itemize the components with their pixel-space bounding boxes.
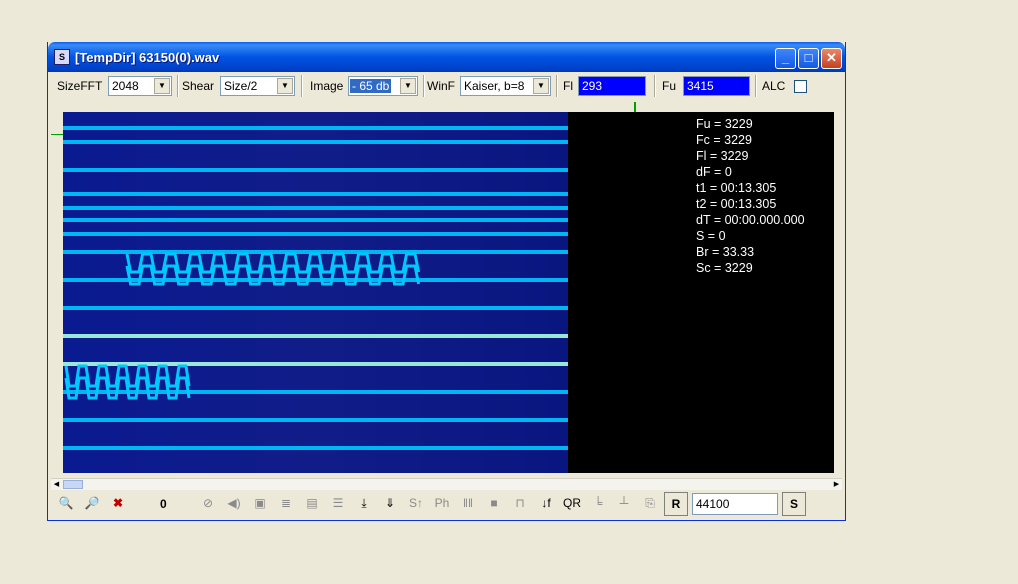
shear-label: Shear: [182, 79, 215, 93]
fl-label: Fl: [563, 79, 573, 93]
frequency-line: [63, 232, 568, 236]
down-arrow-icon[interactable]: ⤓: [352, 492, 376, 516]
title-bar[interactable]: S [TempDir] 63150(0).wav _ □ ✕: [48, 42, 845, 72]
marker-tick: [634, 102, 636, 112]
frame-icon[interactable]: ▣: [248, 492, 272, 516]
readout-line: Sc = 3229: [696, 261, 753, 275]
document-icon[interactable]: ▤: [300, 492, 324, 516]
maximize-button[interactable]: □: [798, 48, 819, 69]
frequency-line: [63, 126, 568, 130]
sizefft-label: SizeFFT: [57, 79, 103, 93]
image-label: Image: [310, 79, 344, 93]
chevron-down-icon[interactable]: ▼: [533, 78, 549, 94]
window-title: [TempDir] 63150(0).wav: [75, 50, 220, 65]
time-freq-icon[interactable]: ↓f: [534, 492, 558, 516]
zoom-in-icon[interactable]: 🔍: [54, 492, 78, 516]
image-db-select[interactable]: - 65 db ▼: [348, 76, 418, 96]
scroll-left-icon[interactable]: ◀: [51, 479, 62, 490]
app-icon[interactable]: S: [54, 49, 70, 65]
spectrogram-canvas[interactable]: Fu = 3229 Fc = 3229 Fl = 3229 dF = 0 t1 …: [63, 112, 834, 473]
qr-icon[interactable]: QR: [560, 492, 584, 516]
frequency-line: [63, 390, 568, 394]
frequency-line: [63, 418, 568, 422]
sample-rate-field[interactable]: 44100: [692, 493, 778, 515]
frequency-line: [63, 192, 568, 196]
comb-icon[interactable]: ‖‖: [456, 492, 480, 516]
chevron-down-icon[interactable]: ▼: [277, 78, 293, 94]
divider: [423, 75, 425, 97]
r-button[interactable]: R: [664, 492, 688, 516]
measurement-readout: Fu = 3229 Fc = 3229 Fl = 3229 dF = 0 t1 …: [696, 116, 805, 276]
delete-icon[interactable]: ✖: [106, 492, 130, 516]
spectrogram-area: Fu = 3229 Fc = 3229 Fl = 3229 dF = 0 t1 …: [51, 102, 842, 478]
minimize-button[interactable]: _: [775, 48, 796, 69]
divider: [755, 75, 757, 97]
frequency-line: [63, 140, 568, 144]
frequency-line: [63, 334, 568, 338]
readout-line: dF = 0: [696, 165, 732, 179]
marker-tick: [51, 134, 63, 135]
pulse-shape-icon[interactable]: ┴: [612, 492, 636, 516]
readout-line: Fl = 3229: [696, 149, 749, 163]
stop-icon[interactable]: ■: [482, 492, 506, 516]
scroll-thumb[interactable]: [63, 480, 83, 489]
bottom-toolbar: 🔍 🔎 ✖ 0 ⊘ ◀) ▣ ≣ ▤ ☰ ⤓ ⇓ S↑ Ph ‖‖ ■ ⊓ ↓f…: [51, 490, 842, 518]
divider: [177, 75, 179, 97]
sizefft-select[interactable]: 2048 ▼: [108, 76, 172, 96]
fu-label: Fu: [662, 79, 677, 93]
antenna-down-icon[interactable]: ⇓: [378, 492, 402, 516]
shear-select[interactable]: Size/2 ▼: [220, 76, 295, 96]
frequency-line: [63, 306, 568, 310]
settings-toolbar: SizeFFT 2048 ▼ Shear Size/2 ▼ Image - 65…: [51, 72, 842, 100]
chevron-down-icon[interactable]: ▼: [154, 78, 170, 94]
frequency-line: [63, 218, 568, 222]
step-icon[interactable]: ╘: [586, 492, 610, 516]
phase-button[interactable]: Ph: [430, 492, 454, 516]
st-icon[interactable]: S↑: [404, 492, 428, 516]
winf-label: WinF: [427, 79, 455, 93]
bars-icon[interactable]: ☰: [326, 492, 350, 516]
window-function-select[interactable]: Kaiser, b=8 ▼: [460, 76, 551, 96]
alc-label: ALC: [762, 79, 786, 93]
chevron-down-icon[interactable]: ▼: [400, 78, 416, 94]
counter-value: 0: [160, 497, 167, 511]
divider: [556, 75, 558, 97]
spectrum-window: S [TempDir] 63150(0).wav _ □ ✕ SizeFFT 2…: [47, 42, 846, 521]
pulse-icon[interactable]: ⊓: [508, 492, 532, 516]
frequency-line: [63, 446, 568, 450]
readout-line: Fu = 3229: [696, 117, 753, 131]
readout-line: Fc = 3229: [696, 133, 752, 147]
speaker-icon[interactable]: ◀): [222, 492, 246, 516]
divider: [654, 75, 656, 97]
alc-checkbox[interactable]: [794, 80, 807, 93]
frequency-line: [63, 168, 568, 172]
scroll-right-icon[interactable]: ▶: [831, 479, 842, 490]
fl-field[interactable]: 293: [578, 76, 646, 96]
close-button[interactable]: ✕: [821, 48, 842, 69]
export-icon[interactable]: ⎘: [638, 492, 662, 516]
horizontal-scrollbar[interactable]: ◀ ▶: [51, 478, 842, 490]
readout-line: S = 0: [696, 229, 726, 243]
readout-line: dT = 00:00.000.000: [696, 213, 805, 227]
forbidden-icon[interactable]: ⊘: [196, 492, 220, 516]
zoom-out-icon[interactable]: 🔎: [80, 492, 104, 516]
s-button[interactable]: S: [782, 492, 806, 516]
fu-field[interactable]: 3415: [683, 76, 750, 96]
readout-line: t1 = 00:13.305: [696, 181, 777, 195]
readout-line: t2 = 00:13.305: [696, 197, 777, 211]
readout-line: Br = 33.33: [696, 245, 755, 259]
divider: [301, 75, 303, 97]
filter-icon[interactable]: ≣: [274, 492, 298, 516]
frequency-line: [63, 206, 568, 210]
